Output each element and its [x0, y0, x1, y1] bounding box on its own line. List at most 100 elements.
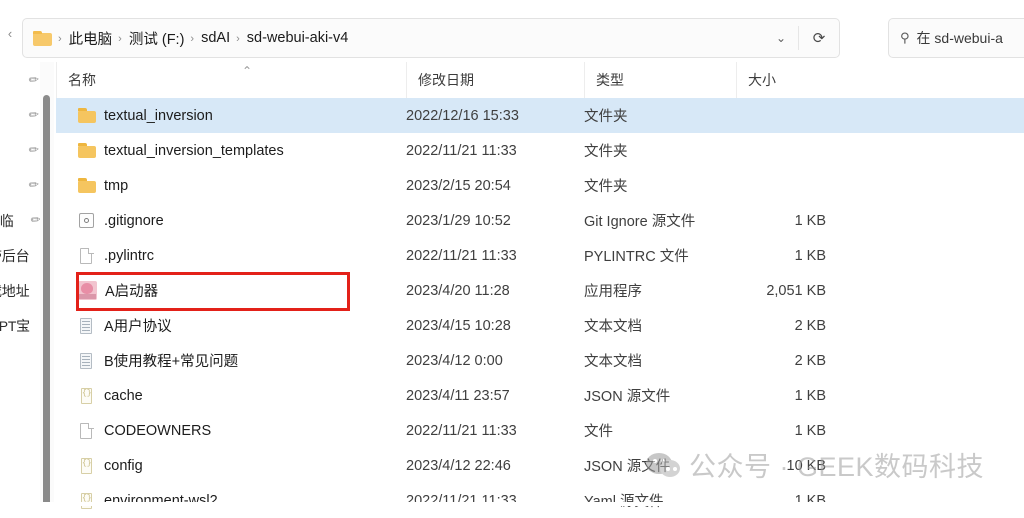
file-type-cell: 文本文档 [584, 354, 642, 370]
breadcrumb-separator: › [58, 33, 62, 45]
file-name-cell[interactable]: config [78, 448, 143, 483]
file-date-cell: 2023/2/15 20:54 [406, 177, 511, 194]
pin-icon: ✐ [24, 106, 42, 124]
pin-icon: ✐ [24, 71, 42, 89]
file-date-cell: 2023/4/12 0:00 [406, 352, 503, 369]
column-header-size[interactable]: 大小 [736, 62, 840, 98]
file-name-cell[interactable]: A启动器 [78, 273, 158, 308]
file-type-cell: 文件夹 [584, 179, 628, 195]
file-name-label: B使用教程+常见问题 [104, 354, 239, 370]
file-size-cell: 2,051 KB [766, 282, 826, 299]
breadcrumb-item-sdai[interactable]: sdAI [197, 28, 234, 48]
window-toolbar: ‹ › 此电脑 › 测试 (F:) › sdAI › sd-webui-aki-… [0, 0, 1024, 62]
folder-icon [78, 177, 96, 195]
file-row[interactable]: cache 2023/4/11 23:57 JSON 源文件 1 KB [56, 378, 1024, 413]
file-list: ⌃ 名称 修改日期 类型 大小 textual_inversion 2022/12/16 … [56, 62, 1024, 510]
column-header-name[interactable]: 名称 [56, 62, 406, 98]
file-type-cell: Git Ignore 源文件 [584, 214, 696, 230]
file-name-cell[interactable]: textual_inversion_templates [78, 133, 284, 168]
file-name-cell[interactable]: environment-wsl2 [78, 483, 218, 518]
breadcrumb-separator: › [190, 33, 195, 45]
file-name-label: .gitignore [104, 212, 164, 229]
file-type-cell: 应用程序 [584, 284, 642, 300]
file-name-cell[interactable]: CODEOWNERS [78, 413, 211, 448]
file-row[interactable]: CODEOWNERS 2022/11/21 11:33 文件 1 KB [56, 413, 1024, 448]
file-row[interactable]: textual_inversion 2022/12/16 15:33 文件夹 [56, 98, 1024, 133]
file-name-label: environment-wsl2 [104, 492, 218, 509]
file-size-cell [736, 133, 826, 168]
file-type-cell: JSON 源文件 [584, 459, 671, 475]
file-type-cell: 文件 [584, 424, 613, 440]
file-row[interactable]: environment-wsl2 2022/11/21 11:33 Yaml 源文件… [56, 483, 1024, 518]
file-type-cell: PYLINTRC 文件 [584, 249, 689, 265]
file-type-cell: 文本文档 [584, 319, 642, 335]
breadcrumb-item-drive[interactable]: 测试 (F:) [125, 26, 189, 51]
nav-pane-item-label: 载地址 [0, 282, 30, 299]
file-date-cell: 2022/12/16 15:33 [406, 107, 519, 124]
file-size-cell: 10 KB [786, 457, 827, 474]
search-box[interactable]: ⚲ 在 sd-webui-a [888, 18, 1024, 58]
file-name-cell[interactable]: textual_inversion [78, 98, 213, 133]
search-placeholder: 在 sd-webui-a [916, 30, 1003, 46]
file-name-label: .pylintrc [104, 247, 154, 264]
folder-icon [33, 30, 52, 46]
refresh-icon[interactable]: ⟳ [799, 29, 839, 47]
file-row[interactable]: tmp 2023/2/15 20:54 文件夹 [56, 168, 1024, 203]
column-header-type-label: 类型 [596, 72, 624, 88]
column-header-size-label: 大小 [748, 72, 776, 88]
file-size-cell: 1 KB [794, 387, 826, 404]
application-icon [78, 281, 97, 300]
breadcrumb-item-current-folder[interactable]: sd-webui-aki-v4 [243, 28, 353, 48]
breadcrumb: › 此电脑 › 测试 (F:) › sdAI › sd-webui-aki-v4 [56, 26, 352, 51]
column-header-row: ⌃ 名称 修改日期 类型 大小 [56, 62, 1024, 98]
file-name-label: A用户协议 [104, 319, 172, 335]
generic-file-icon [78, 422, 96, 440]
nav-pane-item-label: 带后台 [0, 247, 30, 264]
nav-pane-item-label: 作临 [0, 212, 14, 229]
back-arrow-icon[interactable]: ‹ [2, 26, 18, 42]
chevron-down-icon[interactable]: ⌄ [764, 31, 798, 45]
address-bar[interactable]: › 此电脑 › 测试 (F:) › sdAI › sd-webui-aki-v4… [22, 18, 840, 58]
file-date-cell: 2023/4/20 11:28 [406, 282, 510, 299]
file-type-cell: 文件夹 [584, 109, 628, 125]
file-row[interactable]: A用户协议 2023/4/15 10:28 文本文档 2 KB [56, 308, 1024, 343]
file-size-cell: 1 KB [794, 422, 826, 439]
file-size-cell [736, 98, 826, 133]
file-name-cell[interactable]: tmp [78, 168, 128, 203]
file-size-cell: 1 KB [794, 492, 826, 509]
json-file-icon [78, 387, 96, 405]
text-document-icon [78, 352, 96, 370]
file-date-cell: 2022/11/21 11:33 [406, 142, 517, 159]
column-header-date-label: 修改日期 [418, 72, 474, 88]
file-name-cell[interactable]: cache [78, 378, 143, 413]
file-name-label: textual_inversion [104, 107, 213, 124]
column-header-type[interactable]: 类型 [584, 62, 736, 98]
file-name-label: tmp [104, 177, 129, 194]
file-date-cell: 2023/4/15 10:28 [406, 317, 511, 334]
file-name-cell[interactable]: .pylintrc [78, 238, 154, 273]
file-row[interactable]: .pylintrc 2022/11/21 11:33 PYLINTRC 文件 1 KB [56, 238, 1024, 273]
file-row[interactable]: textual_inversion_templates 2022/11/21 11… [56, 133, 1024, 168]
file-name-cell[interactable]: A用户协议 [78, 308, 172, 343]
file-row[interactable]: A启动器 2023/4/20 11:28 应用程序 2,051 KB [56, 273, 1024, 308]
file-date-cell: 2023/1/29 10:52 [406, 212, 511, 229]
git-file-icon [78, 212, 96, 230]
column-header-name-label: 名称 [68, 72, 96, 88]
nav-scrollbar-thumb[interactable] [43, 95, 50, 506]
pin-icon: ✐ [24, 176, 42, 194]
file-date-cell: 2022/11/21 11:33 [406, 422, 517, 439]
folder-icon [78, 142, 96, 160]
file-row[interactable]: config 2023/4/12 22:46 JSON 源文件 10 KB [56, 448, 1024, 483]
file-size-cell: 2 KB [794, 317, 826, 334]
file-name-cell[interactable]: .gitignore [78, 203, 164, 238]
file-name-cell[interactable]: B使用教程+常见问题 [78, 343, 238, 378]
list-bottom-clip [0, 502, 1024, 506]
column-header-date[interactable]: 修改日期 [406, 62, 584, 98]
file-row[interactable]: B使用教程+常见问题 2023/4/12 0:00 文本文档 2 KB [56, 343, 1024, 378]
search-icon: ⚲ [900, 30, 910, 45]
file-row[interactable]: .gitignore 2023/1/29 10:52 Git Ignore 源文件 1… [56, 203, 1024, 238]
file-date-cell: 2023/4/11 23:57 [406, 387, 510, 404]
window-top-edge [0, 0, 1024, 5]
breadcrumb-item-this-pc[interactable]: 此电脑 [65, 26, 117, 51]
file-date-cell: 2022/11/21 11:33 [406, 247, 517, 264]
